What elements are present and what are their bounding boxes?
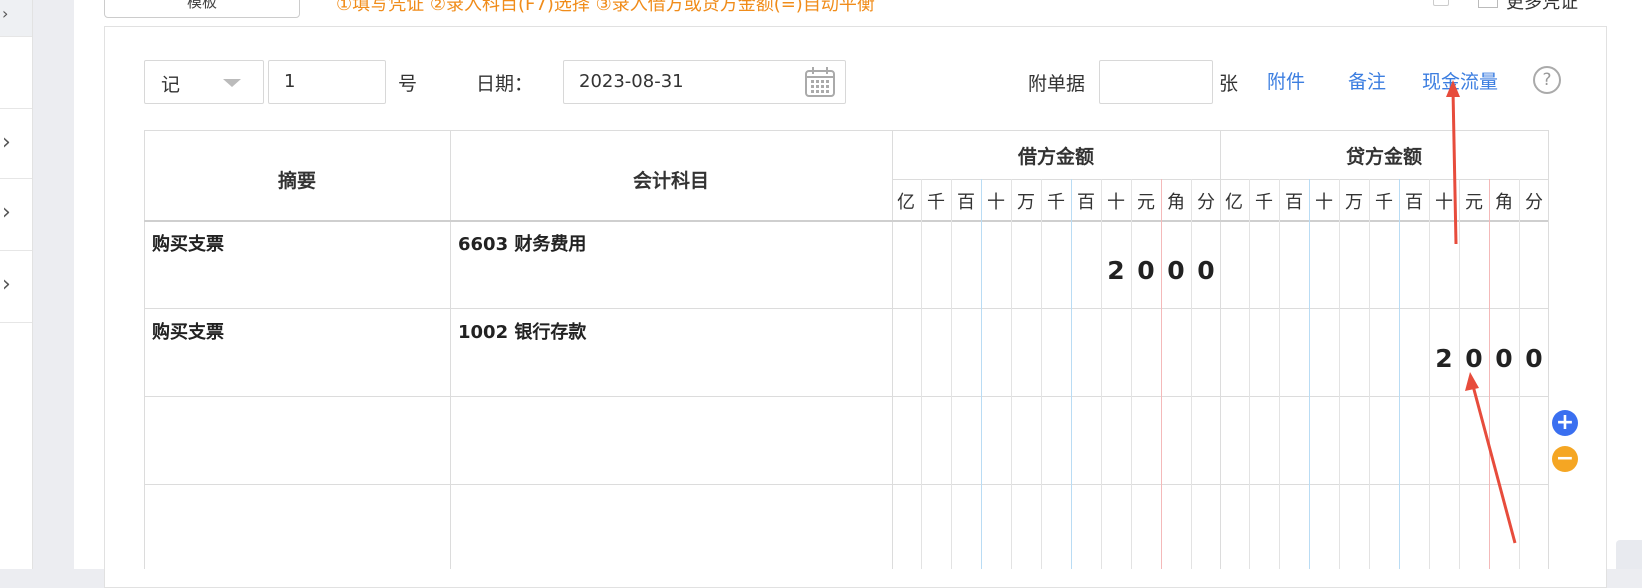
digit-unit-header: 角 bbox=[1495, 192, 1513, 213]
debit-amount-digit: 2 bbox=[1107, 256, 1125, 285]
corner-icon[interactable] bbox=[1616, 540, 1642, 569]
debit-header: 借方金额 bbox=[1017, 146, 1094, 168]
date-input[interactable]: 2023-08-31 bbox=[563, 60, 846, 104]
chevron-right-icon: › bbox=[2, 200, 11, 225]
voucher-entry-row[interactable]: 购买支票 1002 银行存款 2 0 0 0 bbox=[144, 308, 1548, 396]
add-row-button[interactable]: + bbox=[1552, 410, 1578, 436]
chevron-right-icon: › bbox=[2, 130, 11, 155]
digit-unit-header: 亿 bbox=[897, 192, 915, 213]
digit-unit-header: 百 bbox=[1285, 192, 1303, 213]
credit-amount-digit: 0 bbox=[1465, 344, 1483, 373]
chevron-right-icon: › bbox=[2, 272, 11, 297]
debit-amount-digit: 0 bbox=[1167, 256, 1185, 285]
date-value: 2023-08-31 bbox=[579, 71, 684, 92]
credit-header: 贷方金额 bbox=[1345, 146, 1422, 168]
toolbar-icon[interactable] bbox=[1433, 0, 1449, 6]
grid-line bbox=[892, 179, 1548, 180]
credit-amount-digit: 2 bbox=[1435, 344, 1453, 373]
left-sidebar: › › › › bbox=[0, 0, 33, 569]
voucher-number-input[interactable]: 1 bbox=[268, 60, 386, 104]
account-header: 会计科目 bbox=[632, 170, 709, 192]
more-vouchers-checkbox[interactable] bbox=[1478, 0, 1498, 8]
digit-unit-header: 元 bbox=[1137, 192, 1155, 213]
digit-unit-header: 百 bbox=[957, 192, 975, 213]
sidebar-item[interactable] bbox=[0, 36, 32, 109]
sidebar-item[interactable]: › bbox=[0, 0, 32, 37]
digit-unit-header: 十 bbox=[987, 192, 1005, 213]
attachments-unit: 张 bbox=[1219, 73, 1239, 95]
remove-row-button[interactable]: − bbox=[1552, 446, 1578, 472]
digit-unit-header: 元 bbox=[1465, 192, 1483, 213]
help-icon[interactable]: ? bbox=[1533, 66, 1561, 94]
digit-unit-header: 十 bbox=[1315, 192, 1333, 213]
voucher-entry-grid: 摘要 会计科目 借方金额 贷方金额 亿千百十万千百十元角分亿千百十万千百十元角分… bbox=[144, 130, 1568, 569]
sidebar-item[interactable]: › bbox=[0, 178, 32, 251]
sidebar-item[interactable]: › bbox=[0, 250, 32, 323]
debit-amount-digit: 0 bbox=[1137, 256, 1155, 285]
digit-unit-header: 角 bbox=[1167, 192, 1185, 213]
digit-unit-header: 百 bbox=[1077, 192, 1095, 213]
digit-unit-header: 万 bbox=[1345, 192, 1363, 213]
digit-unit-header: 分 bbox=[1197, 192, 1215, 213]
chevron-down-icon bbox=[223, 79, 241, 87]
grid-line bbox=[144, 130, 1548, 131]
digit-unit-header: 亿 bbox=[1225, 192, 1243, 213]
calendar-icon[interactable] bbox=[803, 65, 837, 99]
credit-amount-digit: 0 bbox=[1525, 344, 1543, 373]
digit-unit-header: 十 bbox=[1435, 192, 1453, 213]
digit-unit-header: 万 bbox=[1017, 192, 1035, 213]
template-button[interactable]: 模板 bbox=[104, 0, 300, 18]
voucher-number-suffix: 号 bbox=[398, 73, 418, 95]
digit-unit-header: 十 bbox=[1107, 192, 1125, 213]
voucher-number-value: 1 bbox=[284, 71, 296, 92]
sidebar-item[interactable]: › bbox=[0, 108, 32, 179]
digit-unit-header: 百 bbox=[1405, 192, 1423, 213]
chevron-right-icon: › bbox=[2, 4, 9, 23]
digit-unit-header: 分 bbox=[1525, 192, 1543, 213]
row-summary[interactable]: 购买支票 bbox=[152, 318, 224, 344]
voucher-entry-row[interactable] bbox=[144, 396, 1548, 484]
row-account[interactable]: 1002 银行存款 bbox=[458, 318, 586, 344]
summary-header: 摘要 bbox=[277, 170, 316, 192]
steps-hint: ①填写凭证 ②录入科目(F7)选择 ③录入借方或贷方金额(=)自动平衡 bbox=[336, 0, 875, 15]
voucher-entry-row[interactable]: 购买支票 6603 财务费用 2 0 0 0 bbox=[144, 220, 1548, 308]
digit-unit-header: 千 bbox=[1255, 192, 1273, 213]
debit-amount-digit: 0 bbox=[1197, 256, 1215, 285]
date-label: 日期： bbox=[476, 73, 534, 95]
voucher-type-select[interactable]: 记 bbox=[144, 60, 264, 104]
voucher-type-value: 记 bbox=[161, 74, 181, 96]
credit-amount-digit: 0 bbox=[1495, 344, 1513, 373]
remark-link[interactable]: 备注 bbox=[1348, 67, 1386, 94]
voucher-entry-row[interactable] bbox=[144, 484, 1548, 572]
row-summary[interactable]: 购买支票 bbox=[152, 230, 224, 256]
row-account[interactable]: 6603 财务费用 bbox=[458, 230, 586, 256]
digit-unit-header: 千 bbox=[1047, 192, 1065, 213]
digit-unit-header: 千 bbox=[1375, 192, 1393, 213]
attachments-label: 附单据 bbox=[1028, 73, 1086, 95]
digit-unit-header: 千 bbox=[927, 192, 945, 213]
attachments-count-input[interactable] bbox=[1099, 60, 1213, 104]
attachment-link[interactable]: 附件 bbox=[1267, 67, 1305, 94]
more-vouchers-label: 更多凭证 bbox=[1506, 0, 1578, 13]
cash-flow-link[interactable]: 现金流量 bbox=[1422, 67, 1498, 94]
